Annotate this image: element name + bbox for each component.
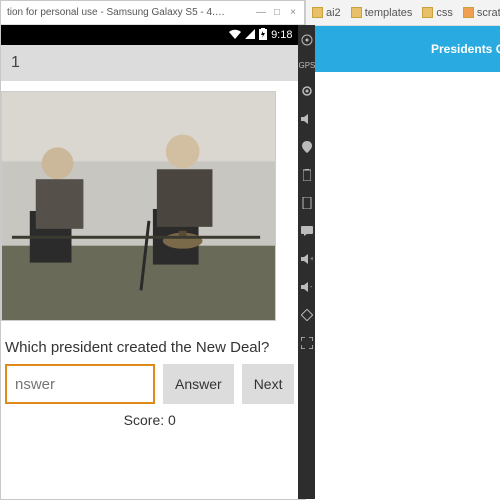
bookmarks-bar: ai2 templates css scratch xyxy=(306,0,500,26)
browser-body[interactable] xyxy=(306,72,500,500)
volume-up-icon[interactable]: + xyxy=(300,252,314,266)
bookmark-ai2[interactable]: ai2 xyxy=(312,7,341,19)
next-button[interactable]: Next xyxy=(242,364,295,404)
page-icon xyxy=(463,7,474,18)
fullscreen-icon[interactable] xyxy=(300,336,314,350)
svg-text:-: - xyxy=(310,284,313,291)
app-content: Which president created the New Deal? An… xyxy=(1,81,298,499)
bookmark-label: scratch xyxy=(477,7,500,19)
sound-icon[interactable] xyxy=(300,112,314,126)
question-image xyxy=(1,91,276,321)
wifi-icon xyxy=(229,29,241,42)
battery-side-icon[interactable] xyxy=(300,168,314,182)
bookmark-templates[interactable]: templates xyxy=(351,7,413,19)
folder-icon xyxy=(312,7,323,18)
window-controls: — □ × xyxy=(256,7,298,18)
emulator-sidebar: GPS + xyxy=(298,25,315,499)
svg-text:+: + xyxy=(310,256,313,263)
browser-window: ai2 templates css scratch Presidents Qu xyxy=(305,0,500,500)
volume-down-icon[interactable]: - xyxy=(300,280,314,294)
status-time: 9:18 xyxy=(271,29,292,41)
folder-icon xyxy=(351,7,362,18)
app-title-bar: 1 xyxy=(1,45,298,81)
window-title: tion for personal use - Samsung Galaxy S… xyxy=(7,7,227,18)
question-text: Which president created the New Deal? xyxy=(1,321,298,364)
gps-label: GPS xyxy=(298,61,315,70)
message-icon[interactable] xyxy=(300,224,314,238)
android-statusbar: 9:18 xyxy=(1,25,298,45)
camera-icon[interactable] xyxy=(300,84,314,98)
device-screen: 9:18 1 xyxy=(1,25,298,499)
answer-button[interactable]: Answer xyxy=(163,364,234,404)
score-label: Score: 0 xyxy=(1,404,298,436)
battery-icon xyxy=(259,28,267,43)
answer-input[interactable] xyxy=(5,364,155,404)
bookmark-label: css xyxy=(436,7,453,19)
phone-icon[interactable] xyxy=(300,196,314,210)
bookmark-label: templates xyxy=(365,7,413,19)
bookmark-scratch[interactable]: scratch xyxy=(463,7,500,19)
app-title: 1 xyxy=(11,54,20,72)
rotate-icon[interactable] xyxy=(300,308,314,322)
gps-icon[interactable] xyxy=(300,33,314,47)
close-button[interactable]: × xyxy=(288,7,298,18)
bookmark-css[interactable]: css xyxy=(422,7,453,19)
maximize-button[interactable]: □ xyxy=(272,7,282,18)
emulator-window: tion for personal use - Samsung Galaxy S… xyxy=(0,0,305,500)
window-titlebar[interactable]: tion for personal use - Samsung Galaxy S… xyxy=(1,1,304,25)
signal-icon xyxy=(245,29,255,42)
bookmark-label: ai2 xyxy=(326,7,341,19)
minimize-button[interactable]: — xyxy=(256,7,266,18)
page-header-title: Presidents Qu xyxy=(431,42,500,56)
page-header: Presidents Qu xyxy=(306,26,500,72)
folder-icon xyxy=(422,7,433,18)
location-icon[interactable] xyxy=(300,140,314,154)
